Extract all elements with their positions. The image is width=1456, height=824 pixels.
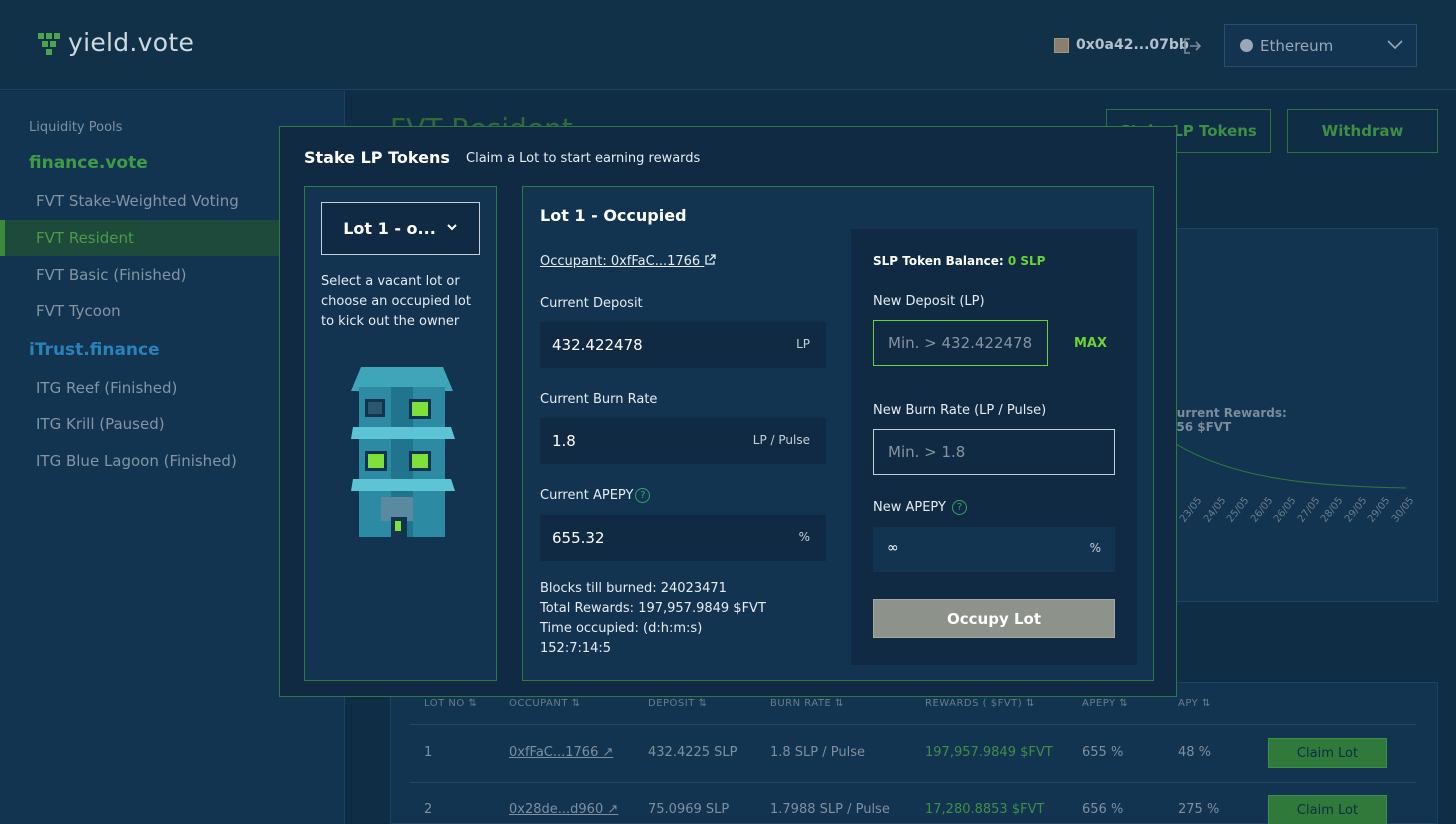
th-apy[interactable]: APY ⇅	[1178, 698, 1211, 709]
cell-lot: 1	[424, 745, 433, 760]
occupy-lot-button[interactable]: Occupy Lot	[873, 599, 1115, 638]
stake-lp-modal: Stake LP Tokens Claim a Lot to start ear…	[279, 126, 1177, 697]
cell-deposit: 432.4225 SLP	[648, 745, 738, 760]
logo-text: yield.vote	[68, 28, 195, 57]
new-apepy-field: ∞ %	[873, 527, 1115, 572]
new-burn-input[interactable]	[873, 429, 1115, 475]
chevron-down-icon	[446, 221, 458, 236]
cell-lot: 2	[424, 802, 433, 817]
cell-apy: 275 %	[1178, 802, 1220, 817]
current-burn-field: 1.8 LP / Pulse	[540, 418, 826, 464]
new-apepy-unit: %	[1089, 541, 1101, 555]
wallet-address-text: 0x0a42...07bb	[1076, 37, 1189, 53]
chart-rewards: Current Rewards: 456 $FVT	[1168, 406, 1287, 434]
help-icon[interactable]: ?	[952, 500, 968, 515]
logo-icon	[38, 31, 62, 55]
cell-apepy: 656 %	[1082, 802, 1124, 817]
current-apepy-label: Current APEPY?	[540, 488, 651, 503]
cell-deposit: 75.0969 SLP	[648, 802, 730, 817]
cell-apepy: 655 %	[1082, 745, 1124, 760]
wallet-avatar-icon	[1054, 37, 1069, 53]
claim-lot-button[interactable]: Claim Lot	[1268, 738, 1387, 768]
current-apepy-unit: %	[798, 530, 810, 544]
th-apepy[interactable]: APEPY ⇅	[1082, 698, 1128, 709]
time-occupied-label: Time occupied: (d:h:m:s)	[540, 621, 703, 636]
network-selector[interactable]: Ethereum	[1224, 24, 1417, 67]
lot-dropdown[interactable]: Lot 1 - o...	[321, 202, 480, 255]
new-deposit-input[interactable]	[873, 320, 1048, 366]
withdraw-button[interactable]: Withdraw	[1287, 109, 1438, 153]
table-divider	[410, 782, 1416, 783]
new-deposit-label: New Deposit (LP)	[873, 294, 985, 309]
th-rewards[interactable]: REWARDS ( $FVT) ⇅	[925, 698, 1035, 709]
cell-apy: 48 %	[1178, 745, 1212, 760]
cell-burn-rate: 1.8 SLP / Pulse	[770, 745, 866, 760]
slp-balance: SLP Token Balance: 0 SLP	[873, 254, 1046, 268]
logout-icon[interactable]	[1182, 36, 1202, 56]
sidebar-heading: Liquidity Pools	[29, 120, 123, 135]
cell-occupant-link[interactable]: 0xfFaC...1766 ↗	[509, 745, 613, 760]
building-icon	[351, 367, 455, 539]
time-occupied-value: 152:7:14:5	[540, 641, 612, 656]
lot-dropdown-value: Lot 1 - o...	[343, 219, 436, 238]
current-burn-label: Current Burn Rate	[540, 392, 658, 407]
lot-status-title: Lot 1 - Occupied	[540, 206, 687, 225]
current-apepy-value: 655.32	[552, 529, 605, 547]
occupant-link[interactable]: Occupant: 0xfFaC...1766	[540, 254, 716, 269]
current-burn-value: 1.8	[552, 432, 576, 450]
help-icon[interactable]: ?	[635, 488, 651, 503]
blocks-till-burned: Blocks till burned: 24023471	[540, 581, 727, 596]
network-label: Ethereum	[1260, 36, 1334, 55]
modal-subtitle: Claim a Lot to start earning rewards	[466, 151, 701, 166]
chart-rewards-label: Current Rewards:	[1168, 406, 1287, 420]
th-burn-rate[interactable]: BURN RATE ⇅	[770, 698, 844, 709]
chart-rewards-value: 456 $FVT	[1168, 420, 1232, 434]
occupy-form: SLP Token Balance: 0 SLP New Deposit (LP…	[851, 229, 1137, 665]
cell-rewards: 197,957.9849 $FVT	[925, 745, 1053, 760]
sidebar-group-finance-vote[interactable]: finance.vote	[29, 153, 148, 173]
new-burn-label: New Burn Rate (LP / Pulse)	[873, 403, 1047, 418]
lot-select-panel: Lot 1 - o... Select a vacant lot or choo…	[304, 186, 497, 681]
app-header: yield.vote 0x0a42...07bb Ethereum	[0, 0, 1456, 90]
table-divider	[410, 724, 1416, 725]
wallet-address[interactable]: 0x0a42...07bb	[1054, 37, 1189, 53]
current-deposit-unit: LP	[796, 337, 810, 351]
chart-curve	[1176, 443, 1407, 489]
modal-title: Stake LP Tokens	[304, 148, 450, 167]
ethereum-icon	[1240, 39, 1253, 52]
new-apepy-value: ∞	[887, 540, 899, 556]
cell-rewards: 17,280.8853 $FVT	[925, 802, 1045, 817]
claim-lot-button[interactable]: Claim Lot	[1268, 795, 1387, 824]
lot-info: Blocks till burned: 24023471 Total Rewar…	[540, 579, 766, 659]
sidebar-group-itrust[interactable]: iTrust.finance	[29, 340, 160, 360]
cell-occupant-link[interactable]: 0x28de...d960 ↗	[509, 802, 618, 817]
slp-balance-value: 0 SLP	[1007, 254, 1046, 268]
cell-burn-rate: 1.7988 SLP / Pulse	[770, 802, 890, 817]
max-button[interactable]: MAX	[1074, 336, 1107, 351]
new-apepy-label: New APEPY ?	[873, 500, 968, 515]
logo[interactable]: yield.vote	[38, 28, 194, 57]
lot-help-text: Select a vacant lot or choose an occupie…	[321, 274, 471, 329]
th-deposit[interactable]: DEPOSIT ⇅	[648, 698, 707, 709]
current-apepy-field: 655.32 %	[540, 515, 826, 561]
lot-detail-panel: Lot 1 - Occupied Occupant: 0xfFaC...1766…	[522, 186, 1154, 681]
external-link-icon	[704, 254, 716, 269]
current-deposit-field: 432.422478 LP	[540, 322, 826, 368]
current-burn-unit: LP / Pulse	[752, 433, 810, 447]
current-deposit-value: 432.422478	[552, 336, 643, 354]
chevron-down-icon	[1386, 35, 1404, 57]
th-lot-no[interactable]: LOT NO ⇅	[424, 698, 477, 709]
th-occupant[interactable]: OCCUPANT ⇅	[509, 698, 581, 709]
total-rewards: Total Rewards: 197,957.9849 $FVT	[540, 601, 766, 616]
current-deposit-label: Current Deposit	[540, 296, 643, 311]
